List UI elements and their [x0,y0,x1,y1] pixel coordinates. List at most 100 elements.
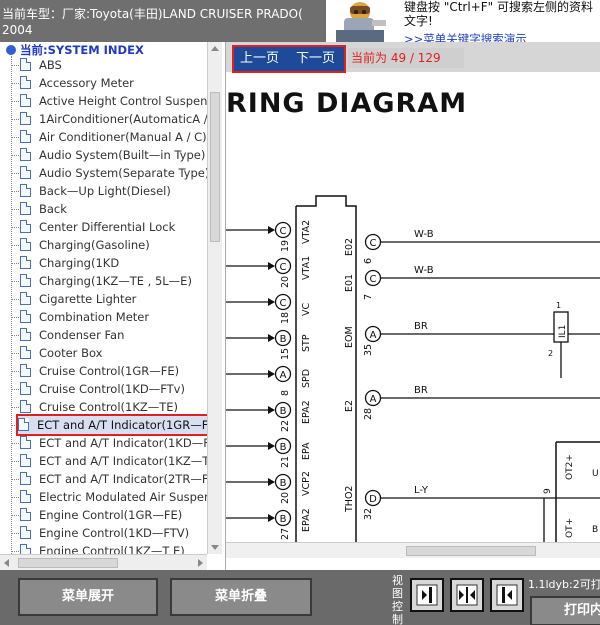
tree-item[interactable]: Electric Modulated Air Suspension [20,488,210,506]
viewer-horizontal-scrollbar[interactable] [226,542,600,558]
sidebar-vertical-scrollbar[interactable] [207,42,222,554]
document-icon [20,292,31,305]
tree-item[interactable]: Air Conditioner(Manual A / C) [20,128,210,146]
tree-item[interactable]: Accessory Meter [20,74,210,92]
tree-item[interactable]: Engine Control(1KD—FTV) [20,524,210,542]
tree-branch-line [11,335,19,336]
pin-letter: A [280,370,287,381]
view-mode-3-button[interactable] [490,578,524,612]
tree-connector [11,56,12,566]
tree-item-label: Condenser Fan [39,328,125,342]
print-button[interactable]: 打印内 [530,596,600,625]
tree-item[interactable]: Cruise Control(1KZ—TE) [20,398,210,416]
pin-name: STP [301,334,312,352]
scroll-left-icon[interactable] [4,559,9,567]
pin-letter: B [280,406,287,417]
tree-item[interactable]: Cigarette Lighter [20,290,210,308]
tree-branch-line [11,65,19,66]
wire-arrow-icon [268,442,275,450]
document-icon [20,58,31,71]
tree-branch-line [11,191,19,192]
tree-item[interactable]: Charging(1KZ—TE , 5L—E) [20,272,210,290]
pin-number: 32 [363,508,374,520]
pin-name: E2 [344,400,355,412]
tree-item[interactable]: Charging(Gasoline) [20,236,210,254]
tree-item[interactable]: Combination Meter [20,308,210,326]
tree-item-label: Audio System(Separate Type) [39,166,210,180]
search-demo-link[interactable]: >>菜单关键字搜索演示 [404,32,600,42]
pin-name: EPA [301,442,312,460]
scroll-thumb[interactable] [18,558,118,568]
sensor-pin-label: OT2+ [565,454,575,480]
tree-branch-line [11,371,19,372]
tree-item-label: Cruise Control(1KD—FTv) [39,382,185,396]
tree-item[interactable]: Cruise Control(1GR—FE) [20,362,210,380]
wire-color-label: BR [414,385,428,396]
tree-item[interactable]: ABS [20,56,210,74]
scroll-down-icon[interactable] [211,545,219,550]
tree-item[interactable]: Charging(1KD [20,254,210,272]
pin-number: 21 [280,456,291,468]
document-icon [20,202,31,215]
wire-arrow-icon [268,262,275,270]
tree-item[interactable]: ECT and A/T Indicator(1KD—FTV) [20,434,210,452]
pin-name: EOM [344,326,355,348]
document-icon [20,436,31,449]
pin-number: 22 [280,420,291,432]
view-control-label: 视图控制 [392,574,403,625]
tree-branch-line [11,155,19,156]
tree-item[interactable]: ECT and A/T Indicator(2TR—FE) [20,470,210,488]
pin-number: 15 [280,348,291,360]
tree-root-label: 当前:SYSTEM INDEX [20,43,144,57]
tree-item[interactable]: Back [20,200,210,218]
app-header: 当前车型：厂家:Toyota(丰田)LAND CRUISER PRADO( 20… [0,0,600,42]
tree-item[interactable]: Center DifferentiaI Lock [20,218,210,236]
wire-arrow-icon [268,406,275,414]
tree-branch-line [11,551,19,552]
tree-item[interactable]: Cruise Control(1KD—FTv) [20,380,210,398]
tree-item[interactable]: Cooter Box [20,344,210,362]
tree-item[interactable]: 1AirConditioner(AutomaticA / C) [20,110,210,128]
tree-item[interactable]: Active Height Control Suspension [20,92,210,110]
pin-letter: C [280,298,287,309]
wire-color-label: L-Y [414,485,429,496]
tree-item[interactable]: Back—Up Light(Diesel) [20,182,210,200]
scroll-thumb[interactable] [406,546,536,556]
tree-item[interactable]: Audio System(Separate Type) [20,164,210,182]
tree-item-label: Center DifferentiaI Lock [39,220,176,234]
prev-page-button[interactable]: 上一页 [240,47,279,71]
tree-item[interactable]: Audio System(Built—in Type) [20,146,210,164]
scroll-up-icon[interactable] [211,46,219,51]
sidebar-horizontal-scrollbar[interactable] [0,554,207,570]
tree-item-label: 1AirConditioner(AutomaticA / C) [39,112,210,126]
view-mode-2-button[interactable] [450,578,484,612]
pin-letter: C [280,226,287,237]
tree-item-label: Active Height Control Suspension [39,94,210,108]
expand-menu-button[interactable]: 菜单展开 [18,578,158,616]
tree-item[interactable]: Condenser Fan [20,326,210,344]
view-mode-1-button[interactable] [410,578,444,612]
tree-item[interactable]: ECT and A/T Indicator(1KZ—TE) [20,452,210,470]
pin-letter: B [280,442,287,453]
panel-right-icon [416,584,438,606]
tree-branch-line [11,479,19,480]
tree-item[interactable]: ECT and A/T Indicator(1GR—FE) [16,414,210,436]
tree-branch-line [11,443,19,444]
page-nav-buttons: 上一页 下一页 [232,45,346,73]
scroll-right-icon[interactable] [198,559,203,567]
collapse-menu-button[interactable]: 菜单折叠 [170,578,312,616]
next-page-button[interactable]: 下一页 [296,47,335,71]
document-icon [20,526,31,539]
tree-branch-line [11,101,19,102]
tree-root[interactable]: 当前:SYSTEM INDEX [6,42,144,57]
tree-item-label: Combination Meter [39,310,150,324]
mascot-logo [326,0,394,42]
scroll-thumb[interactable] [210,92,220,242]
document-icon [18,418,29,431]
component-label: IL1 [558,325,568,338]
tree-item[interactable]: Engine Control(1GR—FE) [20,506,210,524]
tree-branch-line [11,245,19,246]
pin-letter: B [280,334,287,345]
document-icon [20,508,31,521]
tree-item-label: ECT and A/T Indicator(2TR—FE) [39,472,210,486]
